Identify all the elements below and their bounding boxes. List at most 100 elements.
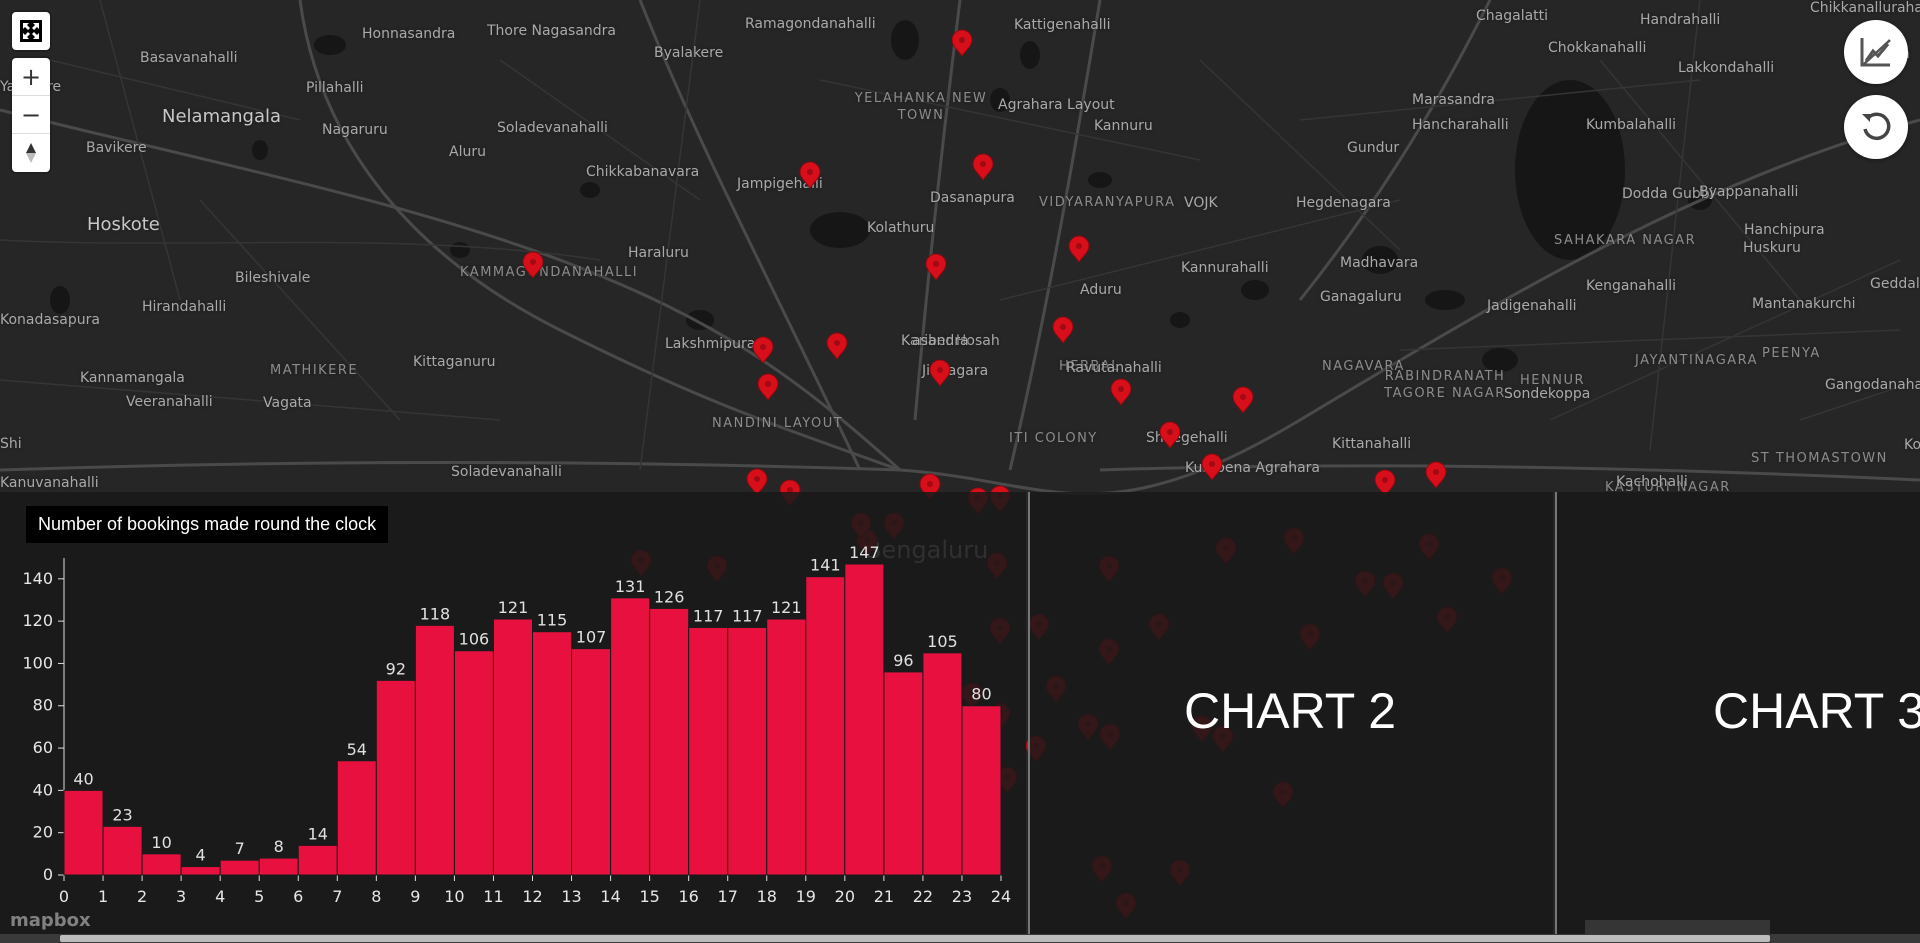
booking-marker [1201,453,1223,481]
navigation-control: + − [12,58,50,172]
bar-value-label: 141 [810,556,841,575]
x-tick-label: 22 [913,887,933,906]
bar-4 [219,859,260,876]
x-tick-label: 9 [410,887,420,906]
x-tick-label: 18 [757,887,777,906]
compass-icon [26,143,36,163]
bar-value-label: 106 [459,630,490,649]
booking-marker [522,251,544,279]
chart-toggle-button[interactable] [1844,20,1908,84]
map-attribution[interactable] [1585,920,1770,934]
booking-marker [951,29,973,57]
booking-marker [925,253,947,281]
x-tick-label: 7 [332,887,342,906]
bar-value-label: 105 [927,632,958,651]
bar-6 [297,844,338,876]
booking-marker [929,359,951,387]
chart-2-placeholder: CHART 2 [1184,683,1397,739]
app: ChikkanallurahalliHandrahalliChagalattiK… [0,0,1920,943]
x-tick-label: 6 [293,887,303,906]
chart-3-placeholder: CHART 3 [1713,683,1920,739]
bar-3 [180,866,221,876]
fullscreen-button[interactable] [12,12,50,50]
booking-marker [799,161,821,189]
bar-23 [961,705,1002,876]
chart-panel-1: 0 20 40 60 80 100 120 140 0 1 2 3 4 5 6 7 8 9 10 11 12 13 14 15… [0,492,1026,934]
bar-value-label: 10 [151,833,171,852]
booking-marker [1232,386,1254,414]
bar-21 [883,671,924,876]
bar-11 [492,618,534,876]
x-tick-label: 21 [874,887,894,906]
x-tick-label: 15 [639,887,659,906]
bar-value-label: 80 [971,685,991,704]
bar-value-label: 117 [732,606,763,625]
bar-value-label: 40 [73,769,93,788]
booking-marker [1159,421,1181,449]
bar-value-label: 96 [893,651,913,670]
x-tick-label: 10 [444,887,464,906]
zoom-in-button[interactable]: + [12,58,50,96]
booking-marker [1052,316,1074,344]
bar-value-label: 115 [537,611,568,630]
y-tick-label: 80 [33,696,53,715]
x-tick-label: 2 [137,887,147,906]
bar-value-label: 92 [386,659,406,678]
x-tick-label: 8 [371,887,381,906]
bar-value-label: 118 [420,604,451,623]
bar-value-label: 147 [849,543,880,562]
zoom-out-button[interactable]: − [12,96,50,134]
bar-value-label: 7 [235,839,245,858]
bar-10 [453,650,494,876]
bar-value-label: 121 [498,598,529,617]
chart-panel-2: CHART 2 [1028,492,1553,934]
bar-20 [844,563,885,876]
x-tick-label: 4 [215,887,225,906]
y-tick-label: 100 [22,653,53,672]
y-tick-label: 20 [33,823,53,842]
x-tick-label: 19 [796,887,816,906]
bar-13 [571,648,612,876]
mapbox-logo[interactable]: mapbox [10,910,91,931]
x-tick-label: 12 [522,887,542,906]
bar-19 [805,576,846,876]
bar-1 [102,825,143,876]
compass-button[interactable] [12,134,50,172]
booking-marker [826,332,848,360]
reset-button[interactable] [1844,95,1908,159]
bar-0 [63,789,104,876]
x-tick-label: 13 [561,887,581,906]
y-tick-label: 40 [33,780,53,799]
bar-5 [258,857,299,876]
bar-value-label: 121 [771,598,802,617]
x-tick-label: 23 [952,887,972,906]
bar-14 [610,597,651,876]
chart-title: Number of bookings made round the clock [26,506,389,543]
bar-8 [375,679,416,876]
bar-15 [649,607,690,876]
fullscreen-control[interactable] [12,12,50,50]
x-tick-label: 16 [678,887,698,906]
booking-marker [1110,378,1132,406]
x-tick-label: 20 [835,887,855,906]
x-tick-label: 1 [98,887,108,906]
x-tick-label: 17 [718,887,738,906]
x-tick-label: 11 [483,887,503,906]
chart-toggle-icon [1860,38,1891,67]
y-tick-label: 60 [33,738,53,757]
x-tick-label: 24 [991,887,1011,906]
scrollbar-thumb[interactable] [60,935,1770,942]
chart-panels: 0 20 40 60 80 100 120 140 0 1 2 3 4 5 6 7 8 9 10 11 12 13 14 15… [0,492,1920,943]
reset-icon [1862,112,1891,141]
bar-value-label: 23 [112,805,132,824]
chart-panel-3: CHART 3 [1555,492,1920,934]
y-tick-label: 0 [43,865,53,884]
bar-value-label: 126 [654,587,685,606]
booking-marker [752,336,774,364]
bar-18 [766,618,807,876]
bookings-bar-chart: 0204060801001201400 1 2 3 4 5 6 7 8 9 10 11 12 13 14 15… [22,543,1011,906]
bar-17 [727,626,768,876]
x-tick-label: 3 [176,887,186,906]
bar-16 [688,626,729,876]
x-tick-label: 5 [254,887,264,906]
